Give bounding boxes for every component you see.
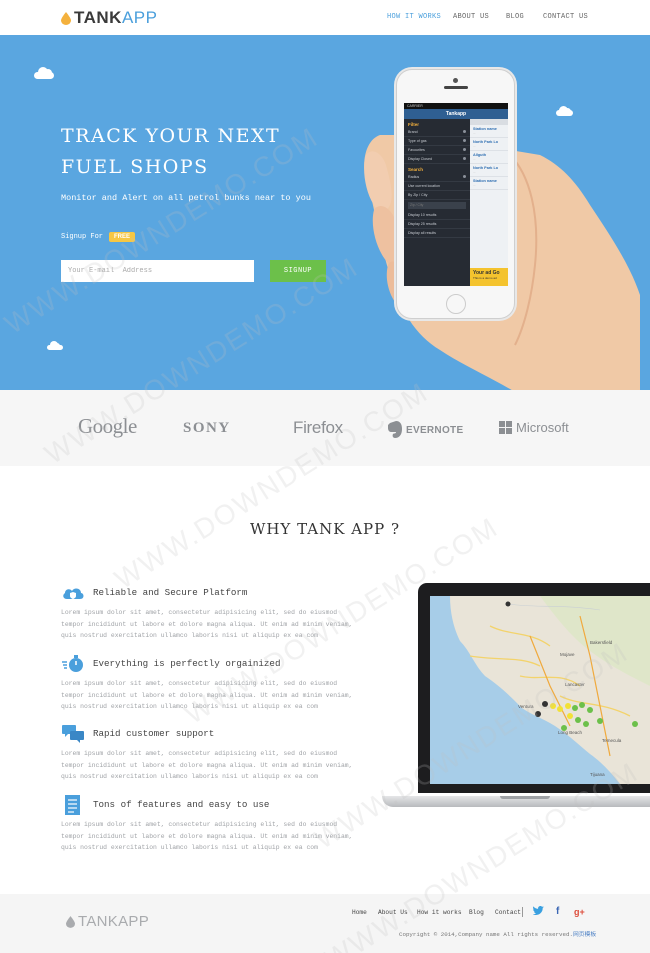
footer-link-home[interactable]: Home (352, 909, 367, 916)
logo-text-app: APP (121, 8, 158, 27)
sony-logo: SONY (183, 420, 231, 436)
camera-icon (453, 78, 458, 83)
nav-about-us[interactable]: ABOUT US (453, 13, 489, 21)
results-row[interactable]: Display 25 results (404, 220, 470, 229)
fuel-drop-icon (61, 11, 71, 25)
template-link[interactable]: 网页模板 (573, 931, 596, 938)
app-header: Tankapp (404, 109, 508, 119)
feature-heading: Reliable and Secure Platform (93, 587, 248, 598)
filter-row[interactable]: Type of gas (404, 137, 470, 146)
copyright: Copyright © 2014,Company name All rights… (399, 929, 596, 938)
radius-row[interactable]: Radius (404, 173, 470, 182)
facebook-icon[interactable]: f (556, 906, 559, 917)
zip-input[interactable]: Zip / City (408, 202, 466, 209)
list-item[interactable]: Allguth... (470, 151, 508, 164)
station-list: Station name... North Park Lo... Allguth… (470, 119, 508, 286)
filter-heading: Filter (408, 122, 420, 127)
stopwatch-icon (62, 655, 83, 672)
evernote-logo: EVERNOTE (387, 421, 463, 439)
brand-logos-strip: Google SONY Firefox EVERNOTE Microsoft (0, 390, 650, 466)
app-screen: CARRIER Tankapp Filter Brand Type of gas… (404, 103, 508, 286)
filter-row[interactable]: Brand (404, 128, 470, 137)
feature-body: Lorem ipsum dolor sit amet, consectetur … (61, 821, 353, 851)
fuel-drop-icon (66, 915, 75, 928)
top-nav: TANKAPP HOW IT WORKS ABOUT US BLOG CONTA… (0, 0, 650, 35)
cloud-icon (47, 341, 63, 350)
google-plus-icon[interactable]: g+ (574, 907, 585, 917)
document-list-icon (65, 795, 80, 815)
twitter-icon[interactable] (533, 906, 544, 915)
filter-row[interactable]: Display Closed (404, 155, 470, 164)
logo[interactable]: TANKAPP (61, 8, 157, 28)
results-row[interactable]: Display 10 results (404, 211, 470, 220)
map-label: Long Beach (558, 730, 583, 735)
footer-logo-app: APP (118, 913, 150, 930)
map-label: Temecula (602, 738, 622, 743)
google-logo: Google (78, 414, 137, 438)
footer-link-blog[interactable]: Blog (469, 909, 484, 916)
chat-bubbles-icon (62, 725, 84, 743)
cloud-shield-icon (63, 588, 84, 599)
map-label: Tijuana (590, 772, 605, 777)
list-item[interactable]: Station name... (470, 177, 508, 190)
list-item[interactable]: Station name... (470, 125, 508, 138)
microsoft-logo: Microsoft (499, 420, 569, 435)
macbook-notch (500, 796, 550, 799)
map-screenshot: Mojave Lancaster Bakersfield Ventura Tij… (430, 596, 650, 784)
feature-heading: Rapid customer support (93, 728, 215, 739)
footer-logo-tank: TANK (78, 913, 119, 930)
signup-for-text: Signup For (61, 233, 104, 241)
map-label: Lancaster (565, 682, 585, 687)
map-label: Mojave (560, 652, 575, 657)
feature-body: Lorem ipsum dolor sit amet, consectetur … (61, 609, 353, 639)
footer-link-contact[interactable]: Contact (495, 909, 521, 916)
elephant-icon (388, 421, 402, 438)
hero-title: TRACK YOUR NEXT FUEL SHOPS (61, 125, 281, 178)
footer: TANKAPP Home About Us How it works Blog … (0, 894, 650, 953)
divider (522, 907, 523, 917)
feature-heading: Everything is perfectly orgainized (93, 658, 281, 669)
microsoft-text: Microsoft (516, 420, 569, 435)
copyright-text: Copyright © 2014,Company name All rights… (399, 931, 573, 938)
firefox-logo: Firefox (293, 418, 343, 437)
footer-logo[interactable]: TANKAPP (66, 913, 149, 930)
why-section-title: WHY TANK APP ? (249, 520, 401, 538)
search-heading: Search (408, 167, 424, 172)
evernote-text: EVERNOTE (406, 424, 464, 436)
windows-icon (499, 421, 512, 434)
footer-link-how[interactable]: How it works (417, 909, 462, 916)
footer-link-about[interactable]: About Us (378, 909, 408, 916)
map-label: Ventura (518, 704, 534, 709)
signup-button[interactable]: SIGNUP (270, 260, 326, 282)
ad-banner[interactable]: Your ad Go This is a demo ad (470, 268, 508, 286)
speaker (444, 86, 468, 89)
list-item[interactable]: North Park Lo... (470, 138, 508, 151)
nav-how-it-works[interactable]: HOW IT WORKS (387, 13, 441, 21)
free-badge: FREE (109, 232, 136, 242)
feature-body: Lorem ipsum dolor sit amet, consectetur … (61, 750, 353, 780)
results-row[interactable]: Display all results (404, 229, 470, 238)
hero-subtitle: Monitor and Alert on all petrol bunks ne… (61, 193, 311, 203)
logo-text-tank: TANK (74, 8, 122, 27)
iphone-mockup: CARRIER Tankapp Filter Brand Type of gas… (396, 69, 515, 319)
cloud-icon (34, 67, 54, 79)
map-label: Bakersfield (590, 640, 613, 645)
email-input[interactable] (61, 260, 254, 282)
map-image: Mojave Lancaster Bakersfield Ventura Tij… (430, 596, 650, 784)
location-row[interactable]: Use current location (404, 182, 470, 191)
macbook-mockup: Mojave Lancaster Bakersfield Ventura Tij… (418, 583, 650, 793)
home-button (446, 294, 466, 314)
list-item[interactable]: North Park Lo... (470, 164, 508, 177)
feature-heading: Tons of features and easy to use (93, 799, 270, 810)
hero-section: TRACK YOUR NEXT FUEL SHOPS Monitor and A… (0, 35, 650, 390)
signup-for-label: Signup For FREE (61, 232, 136, 242)
filter-row[interactable]: Favourites (404, 146, 470, 155)
location-row[interactable]: By Zip / City (404, 191, 470, 200)
nav-contact-us[interactable]: CONTACT US (543, 13, 588, 21)
nav-blog[interactable]: BLOG (506, 13, 524, 21)
feature-body: Lorem ipsum dolor sit amet, consectetur … (61, 680, 353, 710)
filter-panel: Filter Brand Type of gas Favourites Disp… (404, 119, 470, 286)
